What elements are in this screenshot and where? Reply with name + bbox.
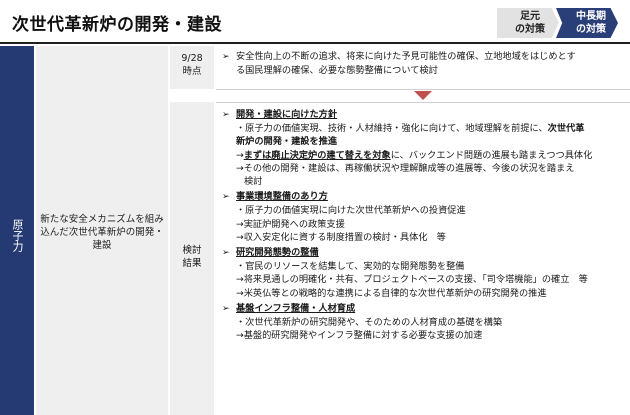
arrow-bullet-icon: ➢ [222,192,230,203]
section-heading-4: ➢ 基盤インフラ整備・人材育成 [222,302,627,316]
section-heading-1: ➢ 開発・建設に向けた方針 [222,108,627,122]
list-item: →米英仏等との戦略的な連携による自律的な次世代革新炉の研究開発の推進 [236,287,547,299]
result-label: 検討 結果 [170,244,214,270]
tab-mid-long-term[interactable]: 中長期 の対策 [556,8,618,38]
item-label: 新たな安全メカニズムを組み込んだ次世代革新炉の開発・建設 [40,214,164,251]
tab-mid-long-term-line2: の対策 [576,24,606,35]
arrow-bullet-icon: ➢ [222,248,230,259]
arrow-bullet-icon: ➢ [222,303,230,314]
arrow-bullet-icon: ➢ [222,52,230,62]
date-line1: 9/28 [181,53,203,64]
category-label: 原子力 [11,218,24,252]
phase-tabs: 足元 の対策 中長期 の対策 [497,8,618,38]
list-item: ・官民のリソースを結集して、実効的な開発態勢を整備 [236,261,465,273]
section-heading-3: ➢ 研究開発態勢の整備 [222,246,627,260]
list-item: →まずは廃止決定炉の建て替えを対象に、バックエンド問題の進展も踏まえつつ具体化 [236,149,593,161]
arrow-row [216,89,630,102]
list-item: →基盤的研究開発やインフラ整備に対する必要な支援の加速 [236,330,483,342]
section-heading-2: ➢ 事業環境整備のあり方 [222,190,627,204]
list-item: ・原子力の価値実現、技術・人材維持・強化に向けて、地域理解を前提に、次世代革 [236,123,585,135]
result-content: ➢ 開発・建設に向けた方針 ・原子力の価値実現、技術・人材維持・強化に向けて、地域… [222,108,627,342]
list-item: ・原子力の価値実現に向けた次世代革新炉への投資促進 [236,205,466,217]
down-arrow-icon [414,91,432,100]
status-line-2: る国民理解の確保、必要な態勢整備について検討 [222,64,438,77]
date-line2: 時点 [182,66,202,77]
list-item: 検討 [244,176,263,188]
page-title: 次世代革新炉の開発・建設 [12,15,222,35]
tab-near-term-line2: の対策 [515,24,545,35]
date-label: 9/28 時点 [170,52,214,78]
list-item: →将来見通しの明確化・共有、プロジェクトベースの支援、「司令塔機能」の確立 等 [236,274,588,286]
list-item: ・次世代革新炉の研究開発や、そのための人材育成の基礎を構築 [236,317,503,329]
list-item: →実証炉開発への政策支援 [236,218,345,230]
list-item: →その他の開発・建設は、再稼働状況や理解醸成等の進展等、今後の状況を踏まえ [236,162,575,174]
list-item: 新炉の開発・建設を推進 [236,136,338,148]
tab-near-term[interactable]: 足元 の対策 [497,8,559,38]
status-text-2: る国民理解の確保、必要な態勢整備について検討 [236,65,438,76]
row-divider-2 [216,102,630,103]
tab-mid-long-term-line1: 中長期 [576,11,606,22]
status-text-1: 安全性向上の不断の追求、将来に向けた予見可能性の確保、立地地域をはじめとす [236,51,576,62]
result-line1: 検討 [182,245,202,256]
arrow-bullet-icon: ➢ [222,110,230,120]
tab-near-term-line1: 足元 [520,11,540,22]
title-divider [0,42,630,44]
list-item: →収入安定化に資する制度措置の検討・具体化 等 [236,231,446,243]
status-line-1: ➢ 安全性向上の不断の追求、将来に向けた予見可能性の確保、立地地域をはじめとす [222,50,576,64]
result-line2: 結果 [182,258,202,269]
